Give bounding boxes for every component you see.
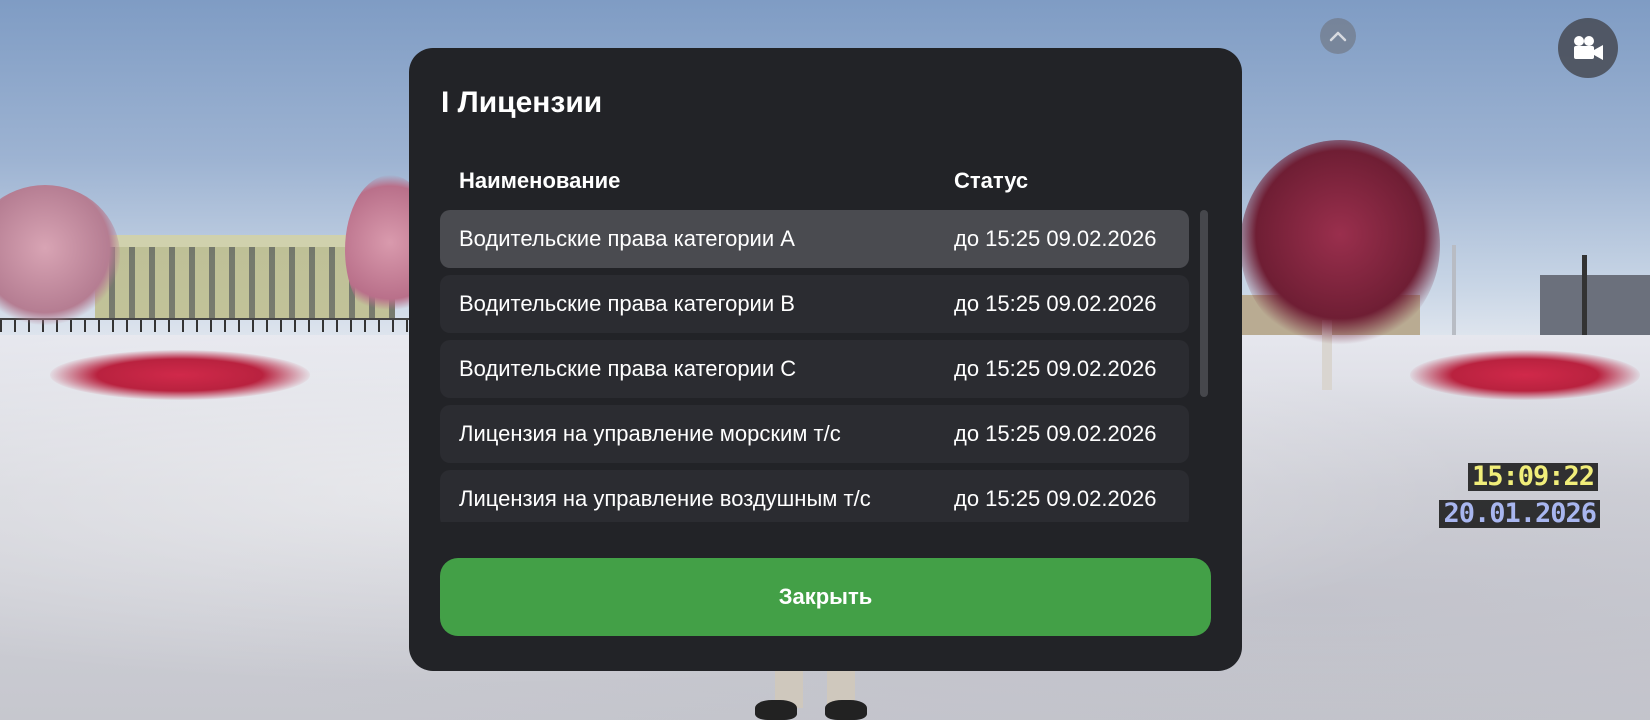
license-name: Лицензия на управление воздушным т/с <box>459 486 871 511</box>
game-clock-date: 20.01.2026 <box>1439 500 1600 528</box>
license-status: до 15:25 09.02.2026 <box>954 226 1157 251</box>
video-camera-icon <box>1574 36 1603 60</box>
red-tree <box>1240 140 1440 350</box>
character-shoe <box>755 700 797 720</box>
license-row[interactable]: Лицензия на управление морским т/с до 15… <box>440 405 1189 463</box>
license-name: Водительские права категории A <box>459 226 795 251</box>
flower-bed <box>50 350 310 400</box>
flower-bed <box>1410 350 1640 400</box>
license-status: до 15:25 09.02.2026 <box>954 486 1157 511</box>
collapse-hud-button[interactable] <box>1320 18 1356 54</box>
close-button[interactable]: Закрыть <box>440 558 1211 636</box>
license-status: до 15:25 09.02.2026 <box>954 356 1157 381</box>
license-status: до 15:25 09.02.2026 <box>954 291 1157 316</box>
chevron-up-icon <box>1329 31 1347 42</box>
licenses-list[interactable]: Водительские права категории A до 15:25 … <box>440 210 1189 522</box>
street-lamp <box>1452 245 1456 340</box>
character-shoe <box>825 700 867 720</box>
game-clock-time: 15:09:22 <box>1467 463 1598 491</box>
license-row[interactable]: Водительские права категории C до 15:25 … <box>440 340 1189 398</box>
background-house <box>1540 275 1650 335</box>
license-row[interactable]: Лицензия на управление воздушным т/с до … <box>440 470 1189 522</box>
list-scrollbar[interactable] <box>1200 210 1208 397</box>
camera-button[interactable] <box>1558 18 1618 78</box>
license-status: до 15:25 09.02.2026 <box>954 421 1157 446</box>
license-row[interactable]: Водительские права категории B до 15:25 … <box>440 275 1189 333</box>
license-row[interactable]: Водительские права категории A до 15:25 … <box>440 210 1189 268</box>
licenses-dialog: I Лицензии Наименование Статус Водительс… <box>409 48 1242 671</box>
column-header-name: Наименование <box>459 168 621 193</box>
license-name: Водительские права категории B <box>459 291 795 316</box>
license-name: Водительские права категории C <box>459 356 797 381</box>
dialog-title: I Лицензии <box>441 86 603 119</box>
table-header: Наименование Статус <box>459 168 1179 198</box>
license-name: Лицензия на управление морским т/с <box>459 421 841 446</box>
column-header-status: Статус <box>954 168 1029 193</box>
